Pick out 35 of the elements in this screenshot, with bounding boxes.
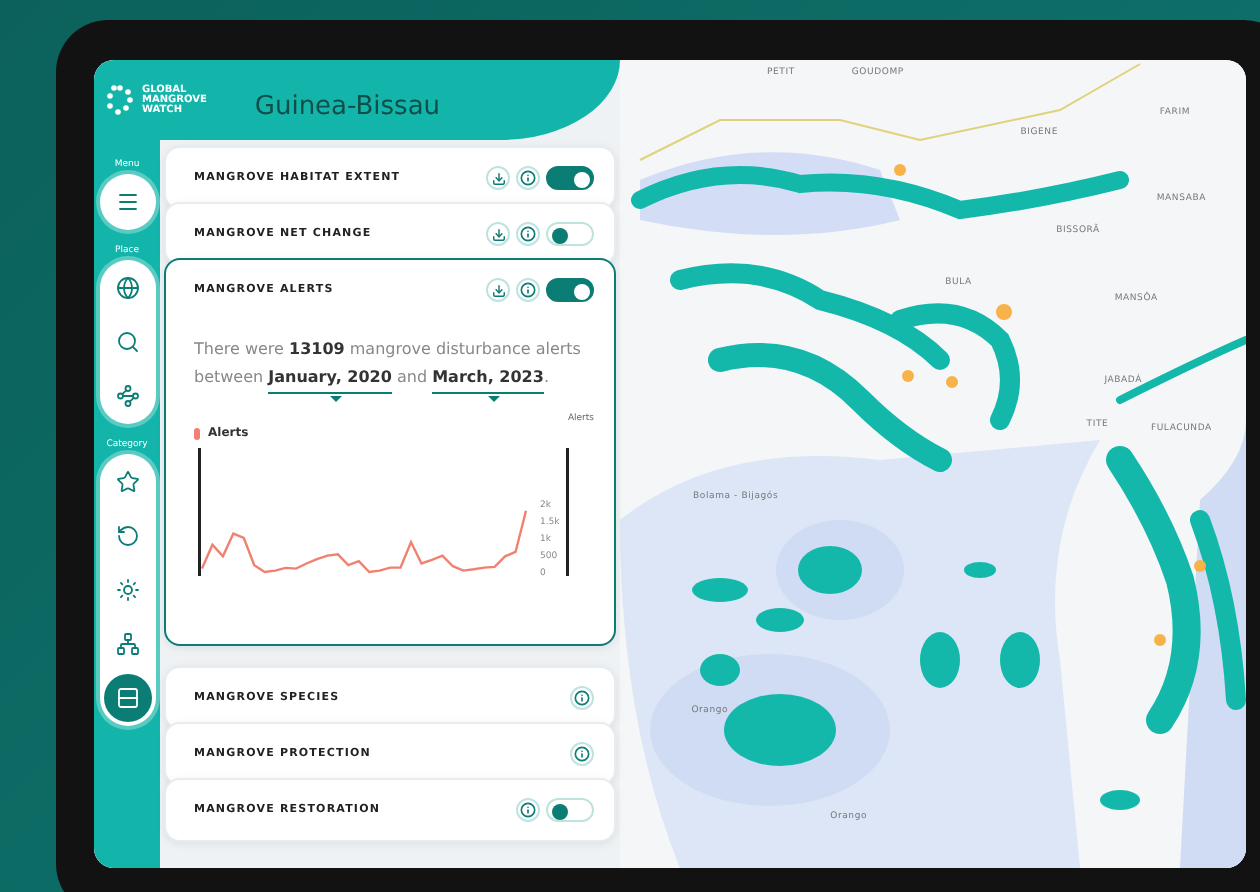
info-icon (574, 690, 590, 706)
info-button[interactable] (516, 166, 540, 190)
download-button[interactable] (486, 166, 510, 190)
info-icon (520, 802, 536, 818)
download-icon (491, 227, 505, 241)
alerts-summary: There were 13109 mangrove disturbance alerts between January, 2020 and March, 2023. (194, 336, 594, 394)
info-button[interactable] (570, 686, 594, 710)
star-icon (115, 470, 139, 494)
logo-icon (106, 84, 134, 116)
rows-button[interactable] (103, 674, 151, 722)
hierarchy-icon (115, 632, 139, 656)
download-button[interactable] (486, 278, 510, 302)
nodes-icon (115, 384, 139, 408)
menu-icon (115, 190, 139, 214)
info-icon (520, 170, 536, 186)
range-handle-left (198, 448, 201, 576)
sun-icon (115, 578, 139, 602)
download-icon (491, 171, 505, 185)
info-button[interactable] (516, 278, 540, 302)
info-button[interactable] (570, 742, 594, 766)
search-icon (115, 330, 139, 354)
rotate-icon (115, 524, 139, 548)
page-title: Guinea-Bissau (254, 91, 441, 121)
info-icon (574, 746, 590, 762)
range-handle-right (566, 448, 569, 576)
layer-toggle[interactable] (546, 166, 594, 190)
download-icon (491, 283, 505, 297)
layer-toggle[interactable] (546, 278, 594, 302)
download-button[interactable] (486, 222, 510, 246)
rows-icon (115, 686, 139, 710)
globe-icon (115, 276, 139, 300)
info-icon (520, 282, 536, 298)
info-icon (520, 226, 536, 242)
info-button[interactable] (516, 798, 540, 822)
info-button[interactable] (516, 222, 540, 246)
